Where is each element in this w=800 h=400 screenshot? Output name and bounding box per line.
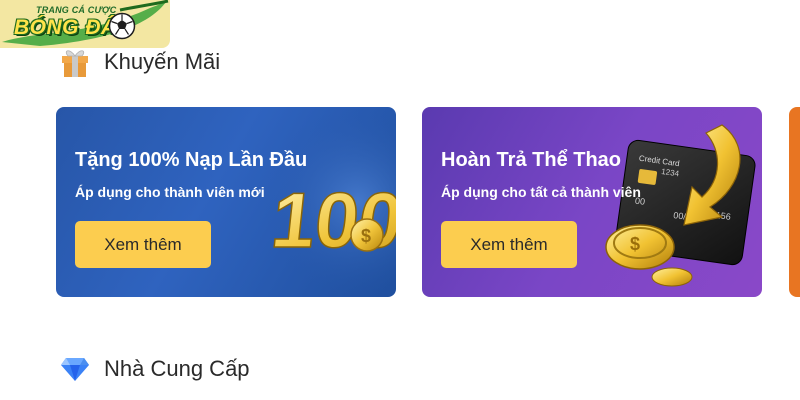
promo-card-subtitle: Áp dụng cho tất cả thành viên (441, 184, 641, 200)
svg-text:$: $ (361, 226, 371, 246)
see-more-button[interactable]: Xem thêm (75, 221, 211, 268)
providers-header: Nhà Cung Cấp (60, 356, 250, 382)
promo-card-title: Tặng 100% Nạp Lần Đầu (75, 149, 308, 171)
site-logo[interactable]: TRANG CÁ CƯỢC BÓNG ĐÁ (0, 0, 170, 48)
credit-card-coins-graphic: Credit Card 1234 00 00/00 156 $ (605, 124, 756, 287)
diamond-icon (61, 358, 89, 381)
promotions-title: Khuyến Mãi (104, 49, 221, 74)
providers-title: Nhà Cung Cấp (104, 356, 250, 381)
soccer-ball-icon (108, 12, 136, 40)
see-more-button[interactable]: Xem thêm (441, 221, 577, 268)
gift-icon (62, 50, 88, 77)
promo-card-next[interactable] (789, 107, 800, 297)
promo-card-subtitle: Áp dụng cho thành viên mới (75, 184, 265, 200)
promo-card-sports-rebate[interactable]: Credit Card 1234 00 00/00 156 $ Hoàn Trả… (422, 107, 762, 297)
promotions-header: Khuyến Mãi (60, 46, 220, 78)
logo-brand: BÓNG ĐÁ (14, 16, 117, 39)
promo-card-title: Hoàn Trả Thể Thao (441, 149, 622, 171)
bonus-art-text: 100% (268, 176, 396, 264)
logo-tagline: TRANG CÁ CƯỢC (36, 5, 117, 15)
promo-card-first-deposit[interactable]: 100% $ Tặng 100% Nạp Lần Đầu Áp dụng cho… (56, 107, 396, 297)
bonus-100-percent-graphic: 100% $ (206, 107, 396, 297)
svg-text:$: $ (630, 234, 640, 254)
